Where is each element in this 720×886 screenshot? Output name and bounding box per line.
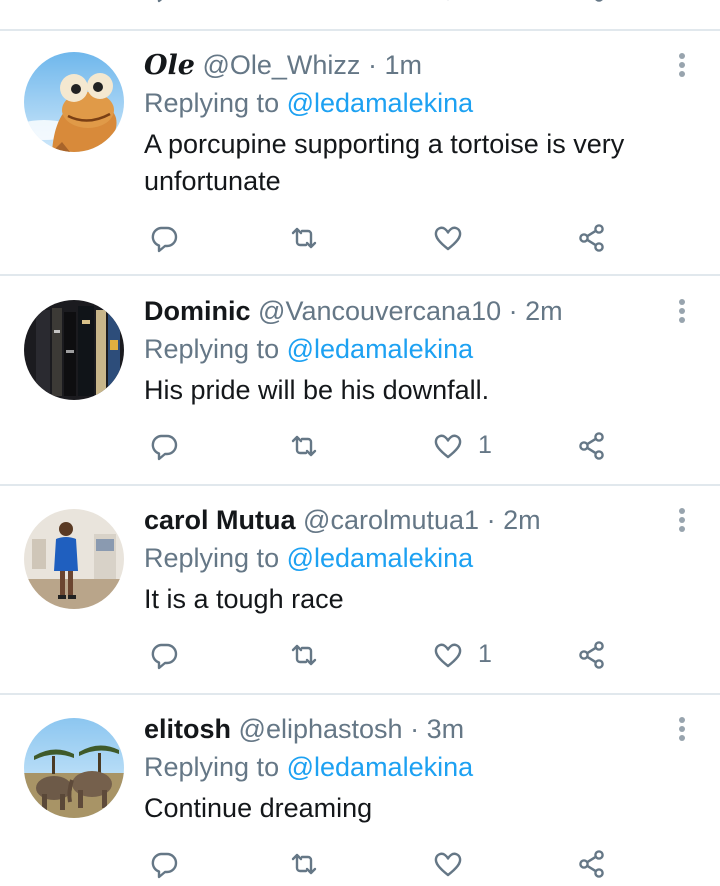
replying-to-label: Replying to bbox=[144, 88, 280, 118]
tweet-actions: 1 bbox=[0, 428, 720, 468]
share-icon[interactable] bbox=[574, 428, 610, 464]
reply-icon[interactable] bbox=[146, 220, 182, 256]
handle[interactable]: @eliphastosh bbox=[239, 714, 403, 744]
retweet-icon[interactable] bbox=[286, 428, 322, 464]
handle[interactable]: @carolmutua1 bbox=[303, 505, 479, 535]
tweet-header: carol Mutua @carolmutua1 · 2m bbox=[144, 503, 541, 537]
more-vertical-icon[interactable] bbox=[670, 507, 694, 537]
tweet-text: A porcupine supporting a tortoise is ver… bbox=[144, 129, 625, 196]
share-icon[interactable] bbox=[574, 220, 610, 256]
avatar[interactable] bbox=[24, 52, 124, 152]
avatar[interactable] bbox=[24, 718, 124, 818]
reply-icon[interactable] bbox=[146, 0, 182, 6]
reply-feed: 𝑶𝒍𝒆 @Ole_Whizz · 1m Replying to @ledamal… bbox=[0, 0, 720, 859]
tweet[interactable]: Dominic @Vancouvercana10 · 2m Replying t… bbox=[0, 294, 720, 484]
mention-link[interactable]: @ledamalekina bbox=[287, 752, 474, 782]
display-name[interactable]: carol Mutua bbox=[144, 505, 296, 535]
retweet-icon[interactable] bbox=[286, 637, 322, 673]
retweet-icon[interactable] bbox=[286, 0, 322, 6]
retweet-icon[interactable] bbox=[286, 220, 322, 256]
tweet-text: Continue dreaming bbox=[144, 793, 373, 823]
mention-link[interactable]: @ledamalekina bbox=[287, 334, 474, 364]
more-vertical-icon[interactable] bbox=[670, 716, 694, 746]
tweet-actions bbox=[0, 846, 720, 886]
retweet-icon[interactable] bbox=[286, 846, 322, 882]
separator: · bbox=[410, 714, 420, 744]
display-name[interactable]: elitosh bbox=[144, 714, 231, 744]
share-icon[interactable] bbox=[574, 637, 610, 673]
separator: · bbox=[486, 505, 496, 535]
tweet-header: Dominic @Vancouvercana10 · 2m bbox=[144, 294, 563, 328]
timestamp[interactable]: 2m bbox=[503, 505, 541, 535]
tweet-text: It is a tough race bbox=[144, 584, 344, 614]
display-name[interactable]: 𝑶𝒍𝒆 bbox=[144, 50, 195, 81]
heart-icon[interactable] bbox=[430, 428, 466, 464]
handle[interactable]: @Ole_Whizz bbox=[202, 50, 360, 80]
reply-icon[interactable] bbox=[146, 637, 182, 673]
timestamp[interactable]: 2m bbox=[525, 296, 563, 326]
reply-icon[interactable] bbox=[146, 846, 182, 882]
tweet-text: His pride will be his downfall. bbox=[144, 375, 490, 405]
separator: · bbox=[367, 50, 377, 80]
divider bbox=[0, 29, 720, 31]
avatar[interactable] bbox=[24, 509, 124, 609]
replying-to-line: Replying to @ledamalekina bbox=[144, 332, 473, 366]
replying-to-label: Replying to bbox=[144, 752, 280, 782]
heart-icon[interactable] bbox=[430, 0, 466, 6]
like-count: 1 bbox=[478, 640, 492, 668]
tweet-actions bbox=[0, 220, 720, 260]
more-vertical-icon[interactable] bbox=[670, 298, 694, 328]
divider bbox=[0, 274, 720, 276]
mention-link[interactable]: @ledamalekina bbox=[287, 88, 474, 118]
avatar[interactable] bbox=[24, 300, 124, 400]
heart-icon[interactable] bbox=[430, 220, 466, 256]
display-name[interactable]: Dominic bbox=[144, 296, 251, 326]
mention-link[interactable]: @ledamalekina bbox=[287, 543, 474, 573]
reply-icon[interactable] bbox=[146, 428, 182, 464]
heart-icon[interactable] bbox=[430, 846, 466, 882]
timestamp[interactable]: 3m bbox=[427, 714, 465, 744]
replying-to-label: Replying to bbox=[144, 334, 280, 364]
tweet[interactable]: elitosh @eliphastosh · 3m Replying to @l… bbox=[0, 712, 720, 859]
divider bbox=[0, 484, 720, 486]
heart-icon[interactable] bbox=[430, 637, 466, 673]
share-icon[interactable] bbox=[574, 0, 610, 6]
previous-tweet-actions bbox=[0, 0, 720, 8]
tweet[interactable]: carol Mutua @carolmutua1 · 2m Replying t… bbox=[0, 503, 720, 693]
replying-to-line: Replying to @ledamalekina bbox=[144, 86, 473, 120]
share-icon[interactable] bbox=[574, 846, 610, 882]
replying-to-line: Replying to @ledamalekina bbox=[144, 750, 473, 784]
handle[interactable]: @Vancouvercana10 bbox=[258, 296, 501, 326]
like-count: 1 bbox=[478, 431, 492, 459]
tweet-header: 𝑶𝒍𝒆 @Ole_Whizz · 1m bbox=[144, 48, 422, 83]
tweet-actions: 1 bbox=[0, 637, 720, 677]
timestamp[interactable]: 1m bbox=[384, 50, 422, 80]
separator: · bbox=[508, 296, 518, 326]
replying-to-label: Replying to bbox=[144, 543, 280, 573]
replying-to-line: Replying to @ledamalekina bbox=[144, 541, 473, 575]
tweet[interactable]: 𝑶𝒍𝒆 @Ole_Whizz · 1m Replying to @ledamal… bbox=[0, 48, 720, 274]
tweet-header: elitosh @eliphastosh · 3m bbox=[144, 712, 464, 746]
divider bbox=[0, 693, 720, 695]
more-vertical-icon[interactable] bbox=[670, 52, 694, 82]
